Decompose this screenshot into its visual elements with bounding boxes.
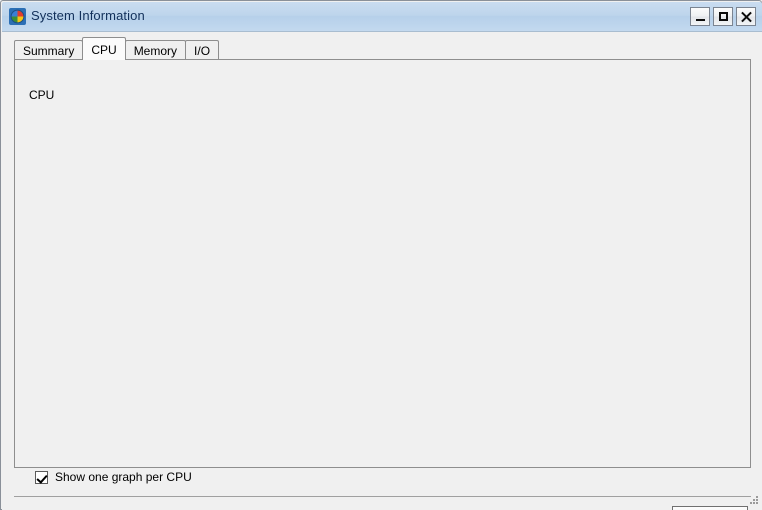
tab-memory[interactable]: Memory <box>125 40 186 60</box>
show-one-graph-per-cpu-label: Show one graph per CPU <box>55 470 192 484</box>
tab-io[interactable]: I/O <box>185 40 219 60</box>
tab-panel-cpu <box>14 59 751 468</box>
system-information-window-root: System Information Summary CPU Memory I/… <box>0 0 762 510</box>
footer-divider <box>14 496 751 497</box>
ok-button[interactable]: OK <box>672 506 748 510</box>
cpu-section-label: CPU <box>26 88 57 102</box>
maximize-icon <box>719 12 728 21</box>
tab-summary[interactable]: Summary <box>14 40 83 60</box>
maximize-button[interactable] <box>713 7 733 26</box>
minimize-icon <box>696 19 705 21</box>
close-button[interactable] <box>736 7 756 26</box>
tab-strip: Summary CPU Memory I/O <box>14 39 218 60</box>
tab-cpu-label: CPU <box>91 43 116 57</box>
tab-memory-label: Memory <box>134 44 177 58</box>
title-bar[interactable]: System Information <box>2 2 762 32</box>
tab-summary-label: Summary <box>23 44 74 58</box>
client-area: Summary CPU Memory I/O CPU 54.06% Totals… <box>2 32 762 510</box>
window-controls <box>690 7 756 26</box>
close-icon <box>737 8 755 25</box>
window-frame: System Information Summary CPU Memory I/… <box>0 0 762 510</box>
tab-io-label: I/O <box>194 44 210 58</box>
checkbox-indicator[interactable] <box>35 471 48 484</box>
show-one-graph-per-cpu-checkbox[interactable]: Show one graph per CPU <box>35 470 192 484</box>
tab-cpu[interactable]: CPU <box>82 37 125 60</box>
minimize-button[interactable] <box>690 7 710 26</box>
system-information-icon <box>9 8 26 25</box>
window-title: System Information <box>31 8 145 23</box>
resize-grip-icon[interactable] <box>746 494 760 508</box>
